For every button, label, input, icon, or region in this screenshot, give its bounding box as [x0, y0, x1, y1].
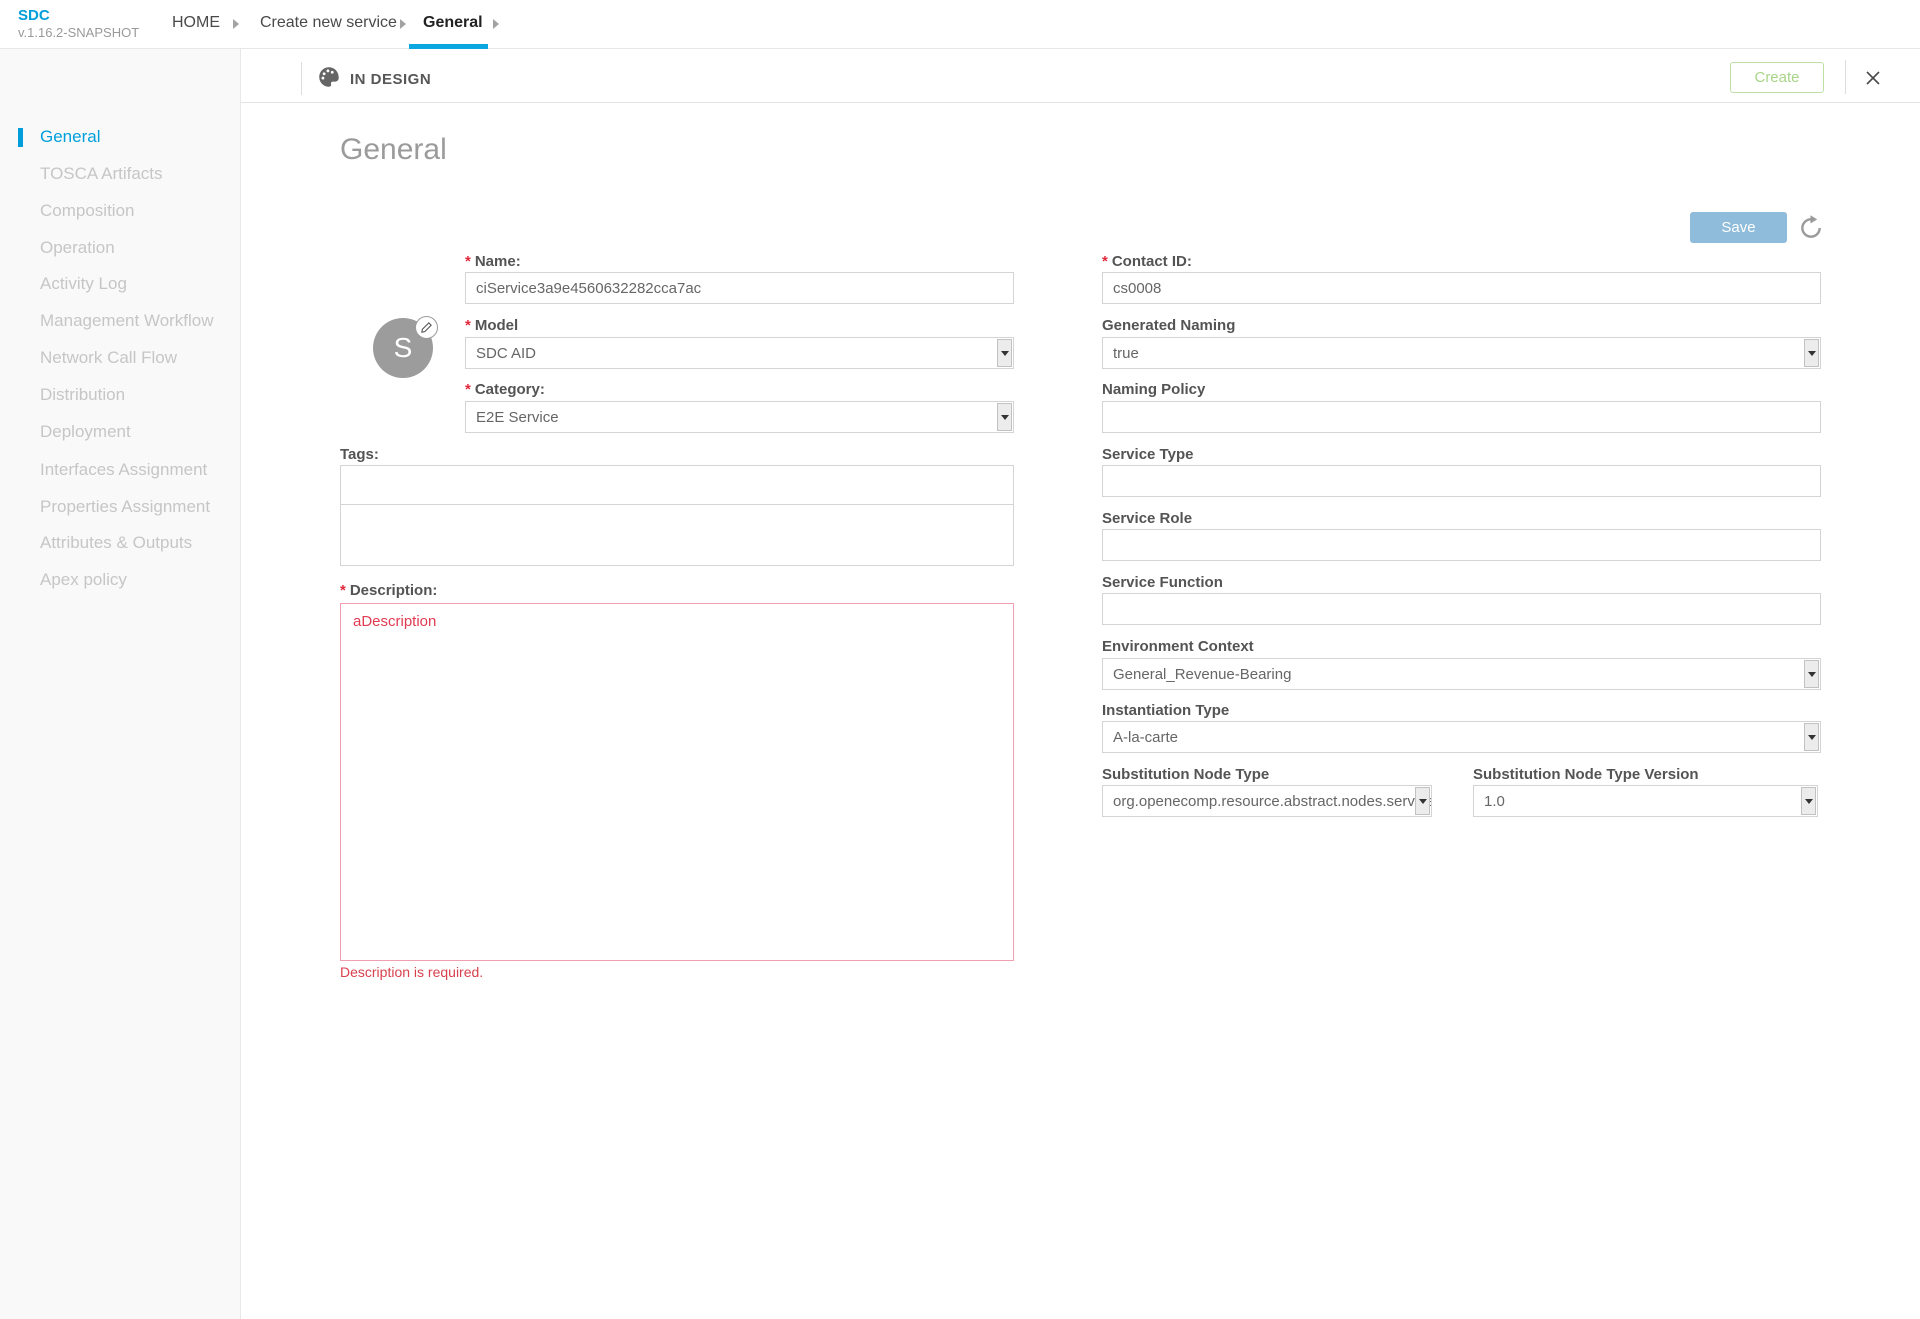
service-role-label: Service Role: [1102, 510, 1193, 527]
substitution-node-type-version-select[interactable]: 1.0: [1473, 785, 1818, 817]
substitution-node-type-select[interactable]: org.openecomp.resource.abstract.nodes.se…: [1102, 785, 1432, 817]
name-label: * Name:: [465, 253, 521, 270]
header-divider: [1845, 60, 1846, 94]
sidebar-item-network-call-flow[interactable]: Network Call Flow: [40, 348, 177, 368]
edit-avatar-button[interactable]: [415, 316, 438, 339]
sidebar-item-apex-policy[interactable]: Apex policy: [40, 570, 127, 590]
dropdown-arrow-icon: [1801, 787, 1816, 815]
lifecycle-palette-icon: [319, 67, 339, 87]
name-input[interactable]: [465, 272, 1014, 304]
instantiation-type-label: Instantiation Type: [1102, 702, 1230, 719]
naming-policy-label: Naming Policy: [1102, 381, 1206, 398]
app-version: v.1.16.2-SNAPSHOT: [18, 25, 140, 40]
environment-context-select-value: General_Revenue-Bearing: [1113, 665, 1292, 683]
dropdown-arrow-icon: [997, 403, 1012, 431]
substitution-node-type-label: Substitution Node Type: [1102, 766, 1270, 783]
save-button[interactable]: Save: [1690, 212, 1787, 243]
description-label: * Description:: [340, 582, 438, 599]
create-button[interactable]: Create: [1730, 62, 1824, 93]
description-error-message: Description is required.: [340, 964, 484, 980]
page-title: General: [340, 133, 447, 166]
header-divider: [301, 62, 302, 95]
sdc-app: SDC v.1.16.2-SNAPSHOT HOME Create new se…: [0, 0, 1920, 1319]
sidebar-item-distribution[interactable]: Distribution: [40, 385, 125, 405]
substitution-node-type-version-label: Substitution Node Type Version: [1473, 766, 1699, 783]
sidebar-item-tosca-artifacts[interactable]: TOSCA Artifacts: [40, 164, 163, 184]
sidebar-item-properties-assignment[interactable]: Properties Assignment: [40, 497, 210, 517]
close-icon[interactable]: [1862, 67, 1884, 89]
model-select[interactable]: SDC AID: [465, 337, 1014, 369]
contact-id-input[interactable]: [1102, 272, 1821, 304]
category-select[interactable]: E2E Service: [465, 401, 1014, 433]
avatar-initial: S: [393, 332, 413, 363]
breadcrumb-arrow-icon: [400, 19, 406, 29]
dropdown-arrow-icon: [1804, 723, 1819, 751]
service-type-input[interactable]: [1102, 465, 1821, 497]
workspace-header: [241, 49, 1920, 103]
required-asterisk: *: [340, 582, 346, 599]
instantiation-type-select-value: A-la-carte: [1113, 728, 1179, 746]
sidebar-item-management-workflow[interactable]: Management Workflow: [40, 311, 214, 331]
sidebar-item-composition[interactable]: Composition: [40, 201, 135, 221]
contact-id-label: * Contact ID:: [1102, 253, 1192, 270]
dropdown-arrow-icon: [997, 339, 1012, 367]
generated-naming-select-value: true: [1113, 344, 1139, 362]
tab-create-new-service[interactable]: Create new service: [260, 14, 397, 32]
breadcrumb-arrow-icon: [233, 19, 239, 29]
sidebar-item-general[interactable]: General: [40, 127, 100, 147]
sidebar-item-attributes-outputs[interactable]: Attributes & Outputs: [40, 533, 192, 553]
environment-context-label: Environment Context: [1102, 638, 1254, 655]
service-role-input[interactable]: [1102, 529, 1821, 561]
tags-label: Tags:: [340, 446, 379, 463]
tags-box: [340, 465, 1014, 566]
dropdown-arrow-icon: [1804, 339, 1819, 367]
generated-naming-label: Generated Naming: [1102, 317, 1236, 334]
sidebar-active-indicator: [18, 128, 23, 147]
app-logo: SDC: [18, 7, 50, 24]
service-function-input[interactable]: [1102, 593, 1821, 625]
generated-naming-select[interactable]: true: [1102, 337, 1821, 369]
sidebar-item-deployment[interactable]: Deployment: [40, 422, 131, 442]
category-select-value: E2E Service: [476, 408, 559, 426]
required-asterisk: *: [465, 253, 471, 270]
sidebar-menu: General TOSCA Artifacts Composition Oper…: [0, 49, 241, 1319]
revert-icon[interactable]: [1798, 215, 1824, 241]
required-asterisk: *: [465, 317, 471, 334]
breadcrumb-arrow-icon: [493, 19, 499, 29]
service-type-label: Service Type: [1102, 446, 1194, 463]
pencil-icon: [421, 322, 432, 333]
sidebar-item-operation[interactable]: Operation: [40, 238, 115, 258]
instantiation-type-select[interactable]: A-la-carte: [1102, 721, 1821, 753]
top-nav-bar: SDC v.1.16.2-SNAPSHOT HOME Create new se…: [0, 0, 1920, 49]
required-asterisk: *: [465, 381, 471, 398]
model-select-value: SDC AID: [476, 344, 537, 362]
substitution-node-type-version-select-value: 1.0: [1484, 792, 1505, 810]
model-label: * Model: [465, 317, 519, 334]
dropdown-arrow-icon: [1804, 660, 1819, 688]
tags-input[interactable]: [341, 466, 1013, 505]
tab-home[interactable]: HOME: [172, 14, 220, 32]
sidebar-item-interfaces-assignment[interactable]: Interfaces Assignment: [40, 460, 207, 480]
category-label: * Category:: [465, 381, 545, 398]
service-function-label: Service Function: [1102, 574, 1223, 591]
status-badge: IN DESIGN: [350, 71, 432, 88]
naming-policy-input[interactable]: [1102, 401, 1821, 433]
required-asterisk: *: [1102, 253, 1108, 270]
tab-general[interactable]: General: [423, 14, 483, 32]
substitution-node-type-select-value: org.openecomp.resource.abstract.nodes.se…: [1113, 792, 1432, 810]
environment-context-select[interactable]: General_Revenue-Bearing: [1102, 658, 1821, 690]
description-textarea[interactable]: aDescription: [340, 603, 1014, 961]
dropdown-arrow-icon: [1415, 787, 1430, 815]
sidebar-item-activity-log[interactable]: Activity Log: [40, 274, 127, 294]
